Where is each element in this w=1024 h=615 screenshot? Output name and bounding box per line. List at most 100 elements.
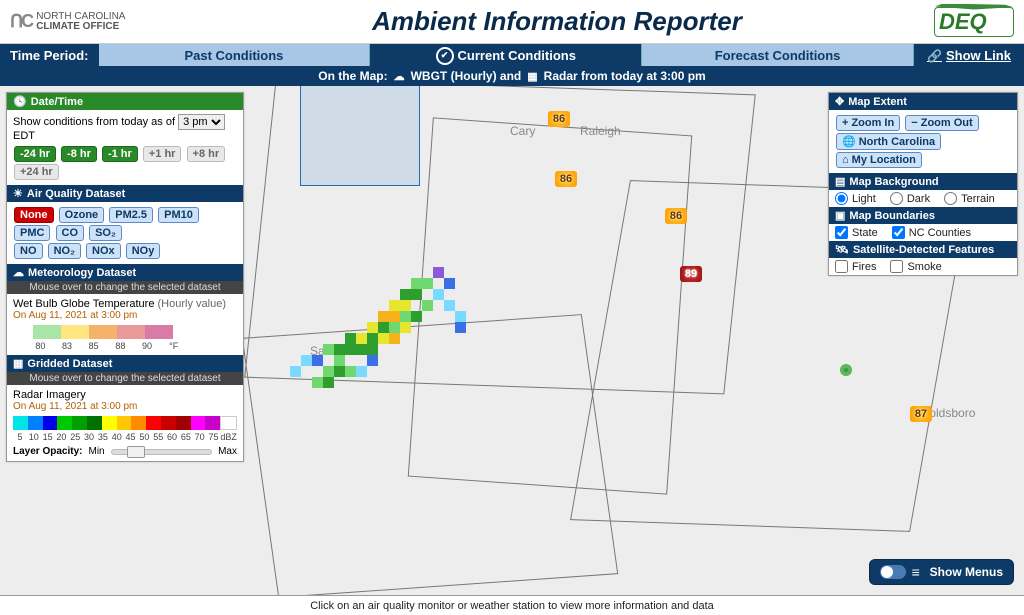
show-conditions-label: Show conditions from today as of <box>13 116 175 128</box>
smoke-checkbox[interactable]: Smoke <box>890 260 941 273</box>
aq-none-button[interactable]: None <box>14 207 54 223</box>
cloud-icon <box>13 266 24 279</box>
layer-icon <box>835 175 845 188</box>
time-period-tabs: Time Period: Past Conditions Current Con… <box>0 44 1024 66</box>
minus-24hr-button[interactable]: -24 hr <box>14 146 56 162</box>
opacity-slider[interactable] <box>111 449 212 455</box>
county-boundary <box>300 86 420 186</box>
toggle-icon <box>880 565 906 579</box>
wbgt-legend-bar <box>33 325 173 339</box>
aq-body: None Ozone PM2.5 PM10 PMC CO SO₂ NO NO₂ … <box>7 202 243 264</box>
tab-forecast[interactable]: Forecast Conditions <box>642 44 914 66</box>
radar-overlay <box>290 256 490 396</box>
grid-icon <box>527 70 537 83</box>
aq-pm10-button[interactable]: PM10 <box>158 207 199 223</box>
bg-dark-radio[interactable]: Dark <box>890 192 930 205</box>
boundaries-options: State NC Counties <box>829 224 1017 241</box>
bg-terrain-radio[interactable]: Terrain <box>944 192 995 205</box>
minus-icon <box>911 117 917 129</box>
climate-office-logo: ᑎC NORTH CAROLINA CLIMATE OFFICE <box>10 7 180 37</box>
opacity-max: Max <box>218 446 237 457</box>
counties-checkbox[interactable]: NC Counties <box>892 226 971 239</box>
left-control-stack: Date/Time Show conditions from today as … <box>6 92 244 462</box>
tab-label: Time Period: <box>0 44 99 66</box>
map-area[interactable]: Cary Raleigh Sanford Goldsboro 86 86 86 … <box>0 86 1024 595</box>
nc-extent-button[interactable]: North Carolina <box>836 133 941 150</box>
plus-1hr-button[interactable]: +1 hr <box>143 146 182 162</box>
aq-noy-button[interactable]: NOy <box>126 243 161 259</box>
meteo-hint: Mouse over to change the selected datase… <box>7 281 243 294</box>
clock-icon <box>13 95 27 108</box>
show-menus-button[interactable]: Show Menus <box>869 559 1014 585</box>
grid-subtitle: On Aug 11, 2021 at 3:00 pm <box>13 401 237 412</box>
wbgt-marker[interactable]: 89 <box>680 266 702 282</box>
bg-light-radio[interactable]: Light <box>835 192 876 205</box>
aq-pm25-button[interactable]: PM2.5 <box>109 207 153 223</box>
footer-hint: Click on an air quality monitor or weath… <box>0 595 1024 615</box>
nc-logo-icon: ᑎC <box>10 11 32 32</box>
aq-header: Air Quality Dataset <box>7 185 243 202</box>
deq-logo: DEQ <box>934 7 1014 37</box>
aq-no-button[interactable]: NO <box>14 243 43 259</box>
sun-icon <box>13 187 23 200</box>
grid-hint: Mouse over to change the selected datase… <box>7 372 243 385</box>
grid-body[interactable]: Radar Imagery On Aug 11, 2021 at 3:00 pm… <box>7 385 243 461</box>
meteo-subtitle: On Aug 11, 2021 at 3:00 pm <box>13 310 237 321</box>
cloud-icon <box>394 70 405 83</box>
grid-header: Gridded Dataset <box>7 355 243 372</box>
minus-1hr-button[interactable]: -1 hr <box>102 146 138 162</box>
aq-so2-button[interactable]: SO₂ <box>89 225 122 241</box>
satellite-header: Satellite-Detected Features <box>829 241 1017 258</box>
wbgt-marker[interactable]: 86 <box>548 111 570 127</box>
meteo-title: Wet Bulb Globe Temperature <box>13 298 154 310</box>
satellite-icon <box>835 243 849 256</box>
wbgt-marker[interactable]: 86 <box>555 171 577 187</box>
opacity-min: Min <box>88 446 104 457</box>
meteo-body[interactable]: Wet Bulb Globe Temperature (Hourly value… <box>7 294 243 355</box>
meteo-header: Meteorology Dataset <box>7 264 243 281</box>
time-select[interactable]: 3 pm <box>178 114 225 130</box>
state-checkbox[interactable]: State <box>835 226 878 239</box>
extent-body: Zoom In Zoom Out North Carolina My Locat… <box>829 110 1017 173</box>
page-title: Ambient Information Reporter <box>180 6 934 37</box>
right-control-stack: Map Extent Zoom In Zoom Out North Caroli… <box>828 92 1018 276</box>
my-location-button[interactable]: My Location <box>836 152 922 168</box>
extent-header: Map Extent <box>829 93 1017 110</box>
plus-24hr-button[interactable]: +24 hr <box>14 164 59 180</box>
fires-checkbox[interactable]: Fires <box>835 260 876 273</box>
zoom-in-button[interactable]: Zoom In <box>836 115 900 131</box>
check-icon <box>436 46 458 65</box>
tab-current[interactable]: Current Conditions <box>370 44 642 66</box>
zoom-out-button[interactable]: Zoom Out <box>905 115 978 131</box>
aq-ozone-button[interactable]: Ozone <box>59 207 105 223</box>
datetime-header: Date/Time <box>7 93 243 110</box>
opacity-label: Layer Opacity: <box>13 446 82 457</box>
aq-co-button[interactable]: CO <box>56 225 85 241</box>
logo-bottom-text: CLIMATE OFFICE <box>36 22 125 32</box>
map-summary-bar: On the Map: WBGT (Hourly) and Radar from… <box>0 66 1024 86</box>
plus-8hr-button[interactable]: +8 hr <box>187 146 226 162</box>
grid-title: Radar Imagery <box>13 389 237 401</box>
border-icon <box>835 209 845 222</box>
link-icon <box>927 48 942 63</box>
slider-thumb[interactable] <box>127 446 145 458</box>
mapbg-header: Map Background <box>829 173 1017 190</box>
tz-label: EDT <box>13 130 35 142</box>
wbgt-marker[interactable]: 86 <box>665 208 687 224</box>
plus-icon <box>842 117 848 129</box>
aq-pmc-button[interactable]: PMC <box>14 225 50 241</box>
city-raleigh: Raleigh <box>580 124 621 138</box>
opacity-row: Layer Opacity: Min Max <box>13 446 237 457</box>
boundaries-header: Map Boundaries <box>829 207 1017 224</box>
tab-past[interactable]: Past Conditions <box>99 44 371 66</box>
wbgt-marker[interactable]: 87 <box>910 406 932 422</box>
aq-monitor-marker[interactable] <box>840 364 852 376</box>
show-link-button[interactable]: Show Link <box>914 44 1024 66</box>
aq-nox-button[interactable]: NOx <box>86 243 121 259</box>
minus-8hr-button[interactable]: -8 hr <box>61 146 97 162</box>
logo-top-text: NORTH CAROLINA <box>36 12 125 22</box>
arrows-icon <box>835 95 844 108</box>
radar-legend-bar <box>13 416 237 430</box>
aq-no2-button[interactable]: NO₂ <box>48 243 81 259</box>
radar-text: Radar from today at 3:00 pm <box>544 69 706 83</box>
